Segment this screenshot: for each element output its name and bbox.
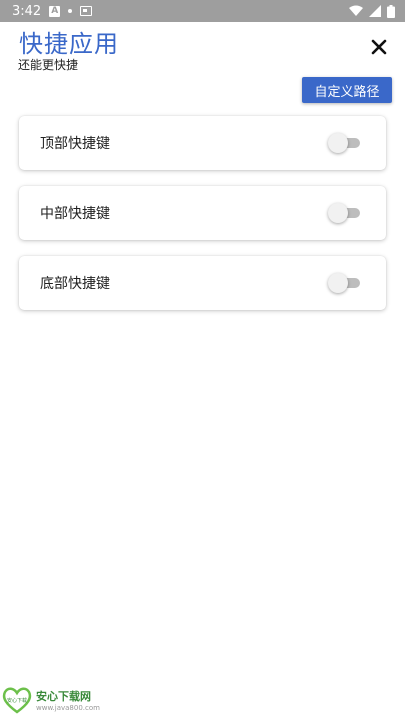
logo-text: 安心下载 xyxy=(7,697,27,704)
toggle-thumb xyxy=(328,273,348,293)
status-right xyxy=(349,4,395,18)
close-button[interactable] xyxy=(368,36,390,58)
watermark-name: 安心下载网 xyxy=(36,690,91,703)
shortcut-toggle-middle[interactable] xyxy=(328,203,362,223)
status-left: 3:42 A xyxy=(12,3,93,19)
status-bar: 3:42 A xyxy=(0,0,405,22)
toggle-thumb xyxy=(328,203,348,223)
shortcut-card-bottom: 底部快捷键 xyxy=(19,256,386,310)
shortcut-card-top: 顶部快捷键 xyxy=(19,116,386,170)
close-icon xyxy=(371,39,387,55)
signal-icon xyxy=(369,5,381,17)
shortcut-label: 底部快捷键 xyxy=(40,276,110,292)
toggle-thumb xyxy=(328,133,348,153)
watermark: 安心下载 安心下载网 www.java800.com xyxy=(2,686,100,714)
shortcut-card-middle: 中部快捷键 xyxy=(19,186,386,240)
heart-logo-icon: 安心下载 xyxy=(2,687,32,714)
status-time: 3:42 xyxy=(12,3,42,19)
page-title: 快捷应用 xyxy=(19,30,119,58)
shortcut-label: 中部快捷键 xyxy=(40,206,110,222)
wifi-icon xyxy=(349,5,363,17)
sim-card-icon xyxy=(80,6,93,16)
page-subtitle: 还能更快捷 xyxy=(18,58,79,72)
a-notification-icon: A xyxy=(49,5,61,17)
dot-icon xyxy=(68,9,73,13)
shortcut-toggle-top[interactable] xyxy=(328,133,362,153)
shortcut-toggle-bottom[interactable] xyxy=(328,273,362,293)
watermark-text: 安心下载网 www.java800.com xyxy=(36,688,100,712)
shortcut-label: 顶部快捷键 xyxy=(40,136,110,152)
watermark-url: www.java800.com xyxy=(36,704,100,712)
battery-icon xyxy=(387,4,395,18)
custom-path-button[interactable]: 自定义路径 xyxy=(302,77,392,103)
